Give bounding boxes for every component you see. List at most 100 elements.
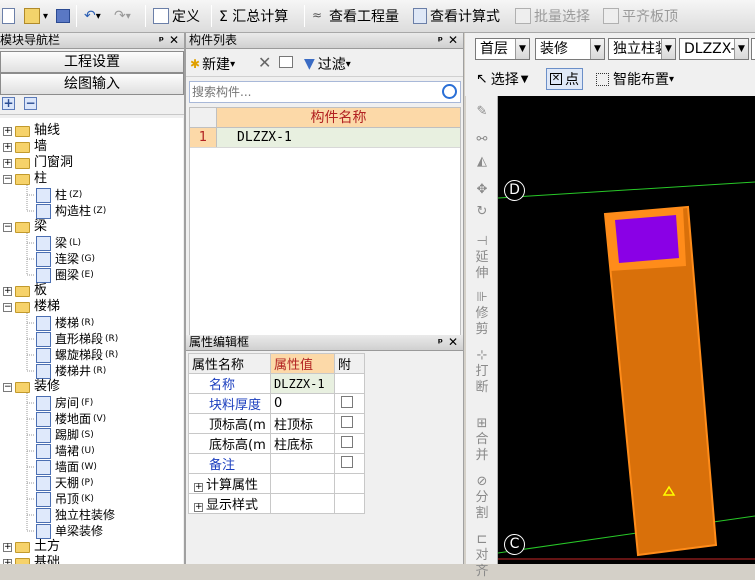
expand-icon[interactable]: + (3, 126, 12, 136)
view-formula-button[interactable]: 查看计算式 (413, 4, 500, 28)
tree-item[interactable]: 单梁装修 (36, 523, 103, 539)
prop-value[interactable] (270, 453, 335, 474)
tree-category[interactable]: + 土方 (3, 539, 60, 555)
move-icon[interactable]: ✥ (470, 182, 494, 198)
tree-category[interactable]: − 梁 (3, 219, 47, 235)
flush-slab-button[interactable]: 平齐板顶 (603, 4, 678, 28)
prop-value[interactable]: DLZZX-1 (270, 373, 335, 394)
tree-item[interactable]: 独立柱装修 (36, 507, 115, 523)
save-button[interactable] (56, 4, 73, 28)
tree-category[interactable]: + 墙 (3, 139, 47, 155)
summary-calc-button[interactable]: Σ 汇总计算 (219, 4, 288, 28)
define-button[interactable]: 定义 (153, 4, 200, 28)
search-icon[interactable] (442, 84, 457, 99)
drawing-input-button[interactable]: 绘图输入 (0, 73, 184, 95)
prop-row[interactable]: 顶标高(m 柱顶标 (188, 413, 365, 434)
expand-icon[interactable]: + (3, 286, 12, 296)
prop-row[interactable]: 备注 (188, 453, 365, 474)
tree-item[interactable]: 楼梯 (R) (36, 315, 94, 331)
close-icon[interactable]: ✕ (448, 335, 458, 350)
tree-item[interactable]: 天棚 (P) (36, 475, 93, 491)
checkbox[interactable] (341, 415, 353, 428)
filter-button[interactable]: ▼ 过滤 ▾ (304, 54, 351, 74)
tree-item[interactable]: 柱 (Z) (36, 187, 82, 203)
tree-category[interactable]: + 基础 (3, 555, 60, 564)
brush-icon[interactable]: ✎ (470, 104, 494, 120)
tree-item[interactable]: 梁 (L) (36, 235, 81, 251)
extra-select[interactable] (751, 38, 755, 60)
prop-value[interactable]: 柱底标 (270, 433, 335, 454)
prop-group-row[interactable]: + 计算属性 (188, 473, 365, 494)
tree-category[interactable]: − 楼梯 (3, 299, 60, 315)
tree-item[interactable]: 吊顶 (K) (36, 491, 94, 507)
collapse-icon[interactable]: − (3, 174, 12, 184)
open-file-button[interactable]: ▾ (24, 4, 48, 28)
tree-item[interactable]: 墙面 (W) (36, 459, 97, 475)
flip-icon[interactable]: ◭ (470, 154, 494, 170)
expand-icon[interactable]: + (194, 503, 203, 512)
pin-icon[interactable]: ᵖ (159, 33, 164, 48)
prop-row[interactable]: 块料厚度 0 (188, 393, 365, 414)
batch-select-button[interactable]: 批量选择 (515, 4, 590, 28)
tree-item[interactable]: 构造柱 (Z) (36, 203, 106, 219)
drawing-canvas[interactable]: D C (498, 96, 755, 564)
checkbox[interactable] (341, 395, 353, 408)
pin-icon[interactable]: ᵖ (438, 33, 443, 48)
trim-tool[interactable]: ⊪ 修剪 (470, 290, 494, 338)
tree-category[interactable]: + 门窗洞 (3, 155, 73, 171)
type-select[interactable]: 独立柱装 ▼ (608, 38, 676, 60)
collapse-icon[interactable]: − (3, 302, 12, 312)
point-draw-button[interactable]: ✕ 点 (546, 68, 583, 90)
view-quantity-button[interactable]: ≈ 查看工程量 (312, 4, 399, 28)
prop-value[interactable]: 柱顶标 (270, 413, 335, 434)
expand-icon[interactable]: + (3, 142, 12, 152)
prop-row[interactable]: 底标高(m 柱底标 (188, 433, 365, 454)
project-settings-button[interactable]: 工程设置 (0, 51, 184, 73)
collapse-all-icon[interactable]: − (24, 97, 37, 110)
smart-layout-button[interactable]: 智能布置 ▾ (596, 68, 674, 90)
collapse-icon[interactable]: − (3, 222, 12, 232)
expand-icon[interactable]: + (194, 483, 203, 492)
tree-item[interactable]: 圈梁 (E) (36, 267, 94, 283)
pin-icon[interactable]: ᵖ (438, 335, 443, 350)
component-search-input[interactable] (190, 82, 430, 102)
tree-item[interactable]: 房间 (F) (36, 395, 93, 411)
rotate-icon[interactable]: ↻ (470, 204, 494, 220)
tree-item[interactable]: 楼梯井 (R) (36, 363, 106, 379)
category-select[interactable]: 装修 ▼ (535, 38, 605, 60)
tree-item[interactable]: 楼地面 (V) (36, 411, 106, 427)
tree-category[interactable]: − 装修 (3, 379, 60, 395)
new-file-icon[interactable] (2, 4, 18, 28)
break-tool[interactable]: ⊹ 打断 (470, 348, 494, 396)
expand-all-icon[interactable]: + (2, 97, 15, 110)
delete-icon[interactable]: ✕ (258, 53, 271, 72)
tree-category[interactable]: + 板 (3, 283, 47, 299)
extend-tool[interactable]: ⊣ 延伸 (470, 234, 494, 282)
mirror-icon[interactable]: ⚯ (470, 132, 494, 148)
component-name-header[interactable]: 构件名称 (217, 108, 460, 127)
checkbox[interactable] (341, 435, 353, 448)
floor-select[interactable]: 首层 ▼ (475, 38, 530, 60)
tree-item[interactable]: 连梁 (G) (36, 251, 95, 267)
prop-row[interactable]: 名称 DLZZX-1 (188, 373, 365, 394)
close-icon[interactable]: ✕ (169, 33, 179, 48)
merge-tool[interactable]: ⊞ 合并 (470, 416, 494, 464)
prop-group-row[interactable]: + 显示样式 (188, 493, 365, 514)
prop-value[interactable]: 0 (270, 393, 335, 414)
tree-item[interactable]: 踢脚 (S) (36, 427, 94, 443)
expand-icon[interactable]: + (3, 158, 12, 168)
component-select[interactable]: DLZZX- ▼ (679, 38, 749, 60)
copy-icon[interactable] (279, 56, 293, 68)
close-icon[interactable]: ✕ (448, 33, 458, 48)
tree-item[interactable]: 墙裙 (U) (36, 443, 95, 459)
undo-button[interactable]: ↶ ▾ (84, 4, 101, 28)
table-row[interactable]: 1 DLZZX-1 (190, 128, 460, 148)
redo-button[interactable]: ↷ ▾ (114, 4, 131, 28)
split-tool[interactable]: ⊘ 分割 (470, 474, 494, 522)
column-core[interactable] (615, 215, 679, 263)
tree-category[interactable]: + 轴线 (3, 123, 60, 139)
tree-category[interactable]: − 柱 (3, 171, 47, 187)
component-name-cell[interactable]: DLZZX-1 (217, 128, 460, 147)
checkbox[interactable] (341, 455, 353, 468)
expand-icon[interactable]: + (3, 558, 12, 564)
